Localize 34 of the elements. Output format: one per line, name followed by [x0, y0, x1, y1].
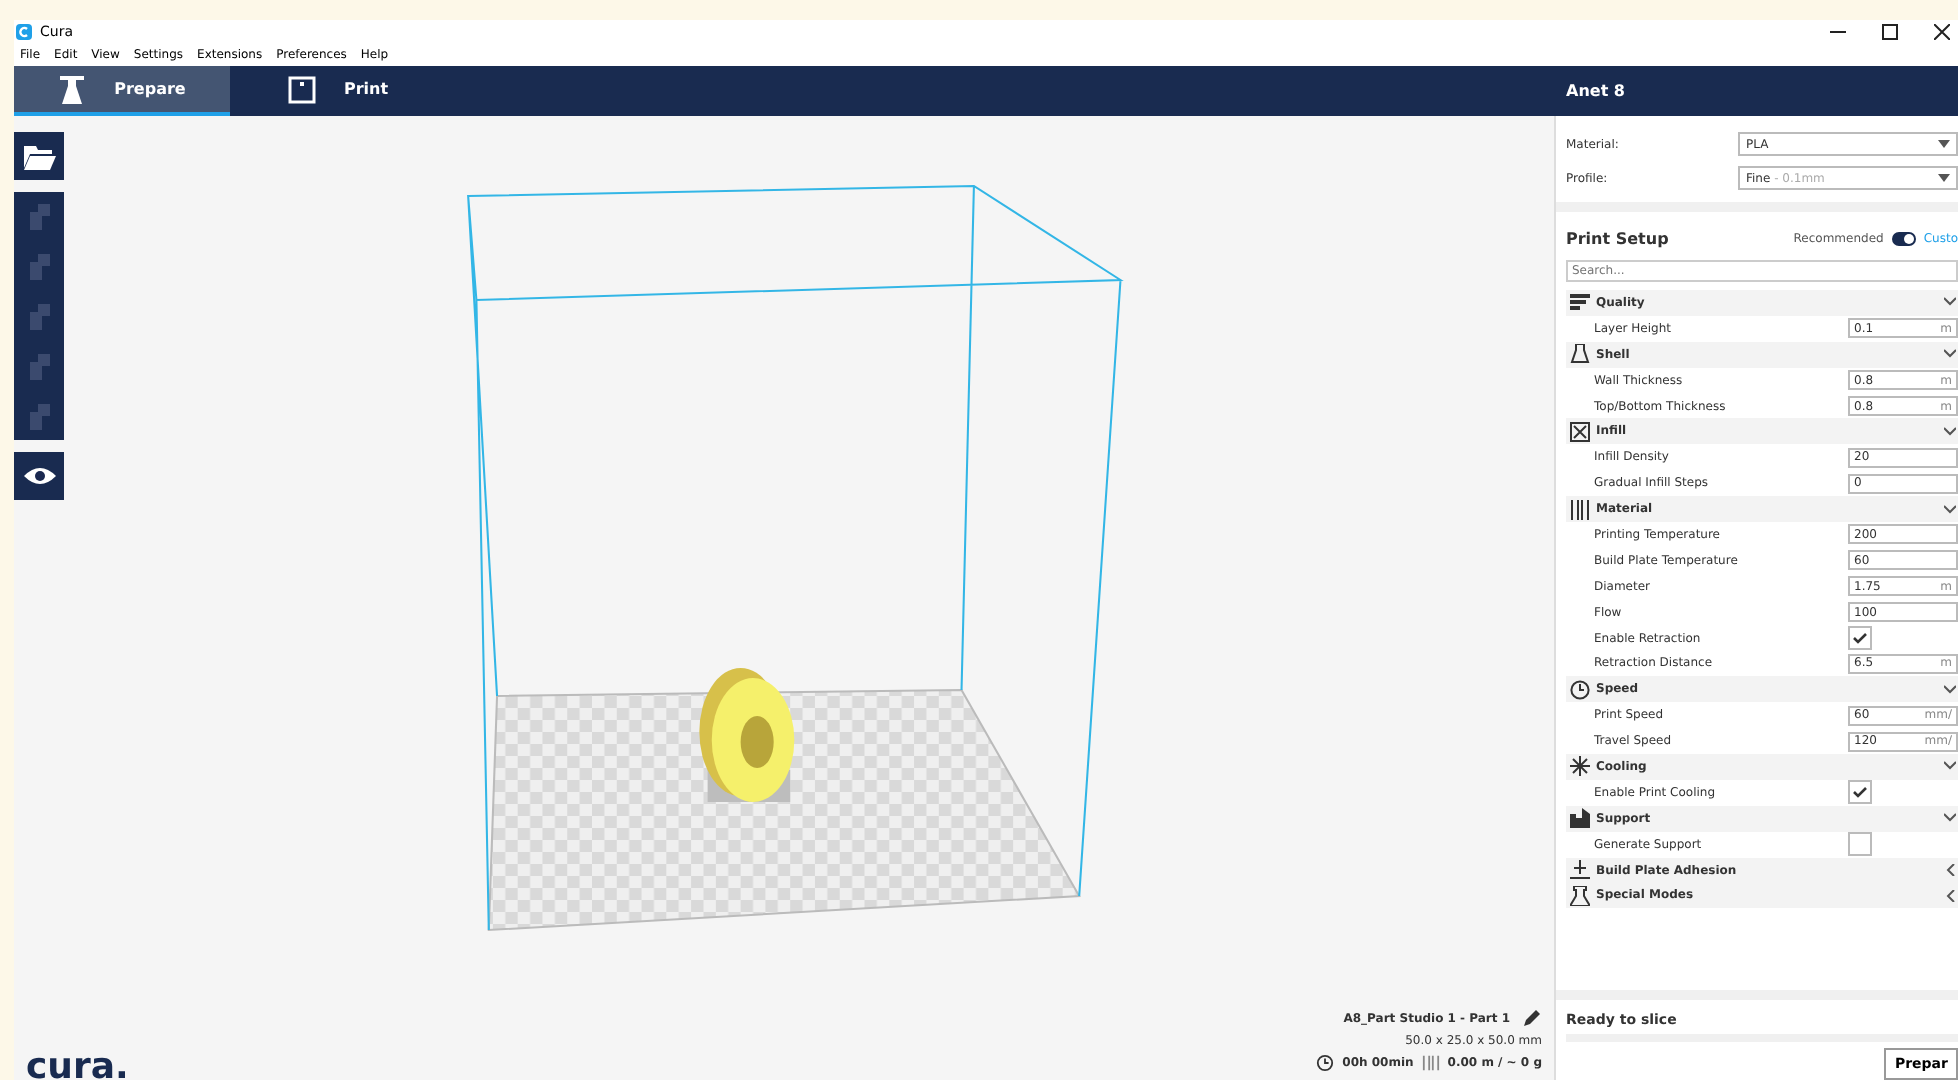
checkmark-icon	[1852, 786, 1868, 799]
checkmark-icon	[1852, 632, 1868, 645]
chevron-down-icon	[1938, 140, 1950, 148]
folder-icon	[23, 143, 55, 169]
close-icon[interactable]	[1934, 24, 1950, 40]
stage-tab[interactable]: Print	[230, 66, 446, 116]
category-icon	[1570, 679, 1590, 700]
maximize-icon[interactable]	[1882, 24, 1898, 40]
stage-tab[interactable]: Prepare	[14, 66, 230, 116]
print-setup-title: Print Setup	[1566, 229, 1669, 247]
ring-model	[699, 668, 795, 802]
category-icon	[1570, 344, 1590, 365]
category-icon	[1570, 421, 1590, 442]
pencil-icon[interactable]	[1522, 1008, 1542, 1028]
eye-icon	[23, 466, 55, 486]
filament-icon	[1421, 1054, 1440, 1072]
monitor-icon	[287, 75, 316, 103]
setting-checkbox[interactable]	[1848, 780, 1872, 805]
category-icon	[1570, 499, 1590, 520]
view-mode-button[interactable]	[14, 452, 64, 500]
category-icon	[1570, 808, 1590, 829]
mode-toggle[interactable]	[1891, 231, 1916, 245]
clock-icon	[1316, 1054, 1335, 1072]
printer-name[interactable]: Anet 8	[1556, 82, 1625, 100]
open-file-button[interactable]	[14, 132, 64, 180]
setting-checkbox[interactable]	[1848, 626, 1872, 651]
printer-nozzle-icon	[58, 73, 87, 105]
category-icon	[1570, 756, 1590, 777]
setting-checkbox[interactable]	[1848, 832, 1872, 857]
category-icon	[1570, 292, 1590, 313]
cura-logo: cura.	[26, 1046, 129, 1080]
category-icon	[1570, 885, 1590, 906]
category-icon	[1570, 860, 1590, 881]
chevron-down-icon	[1938, 174, 1950, 182]
